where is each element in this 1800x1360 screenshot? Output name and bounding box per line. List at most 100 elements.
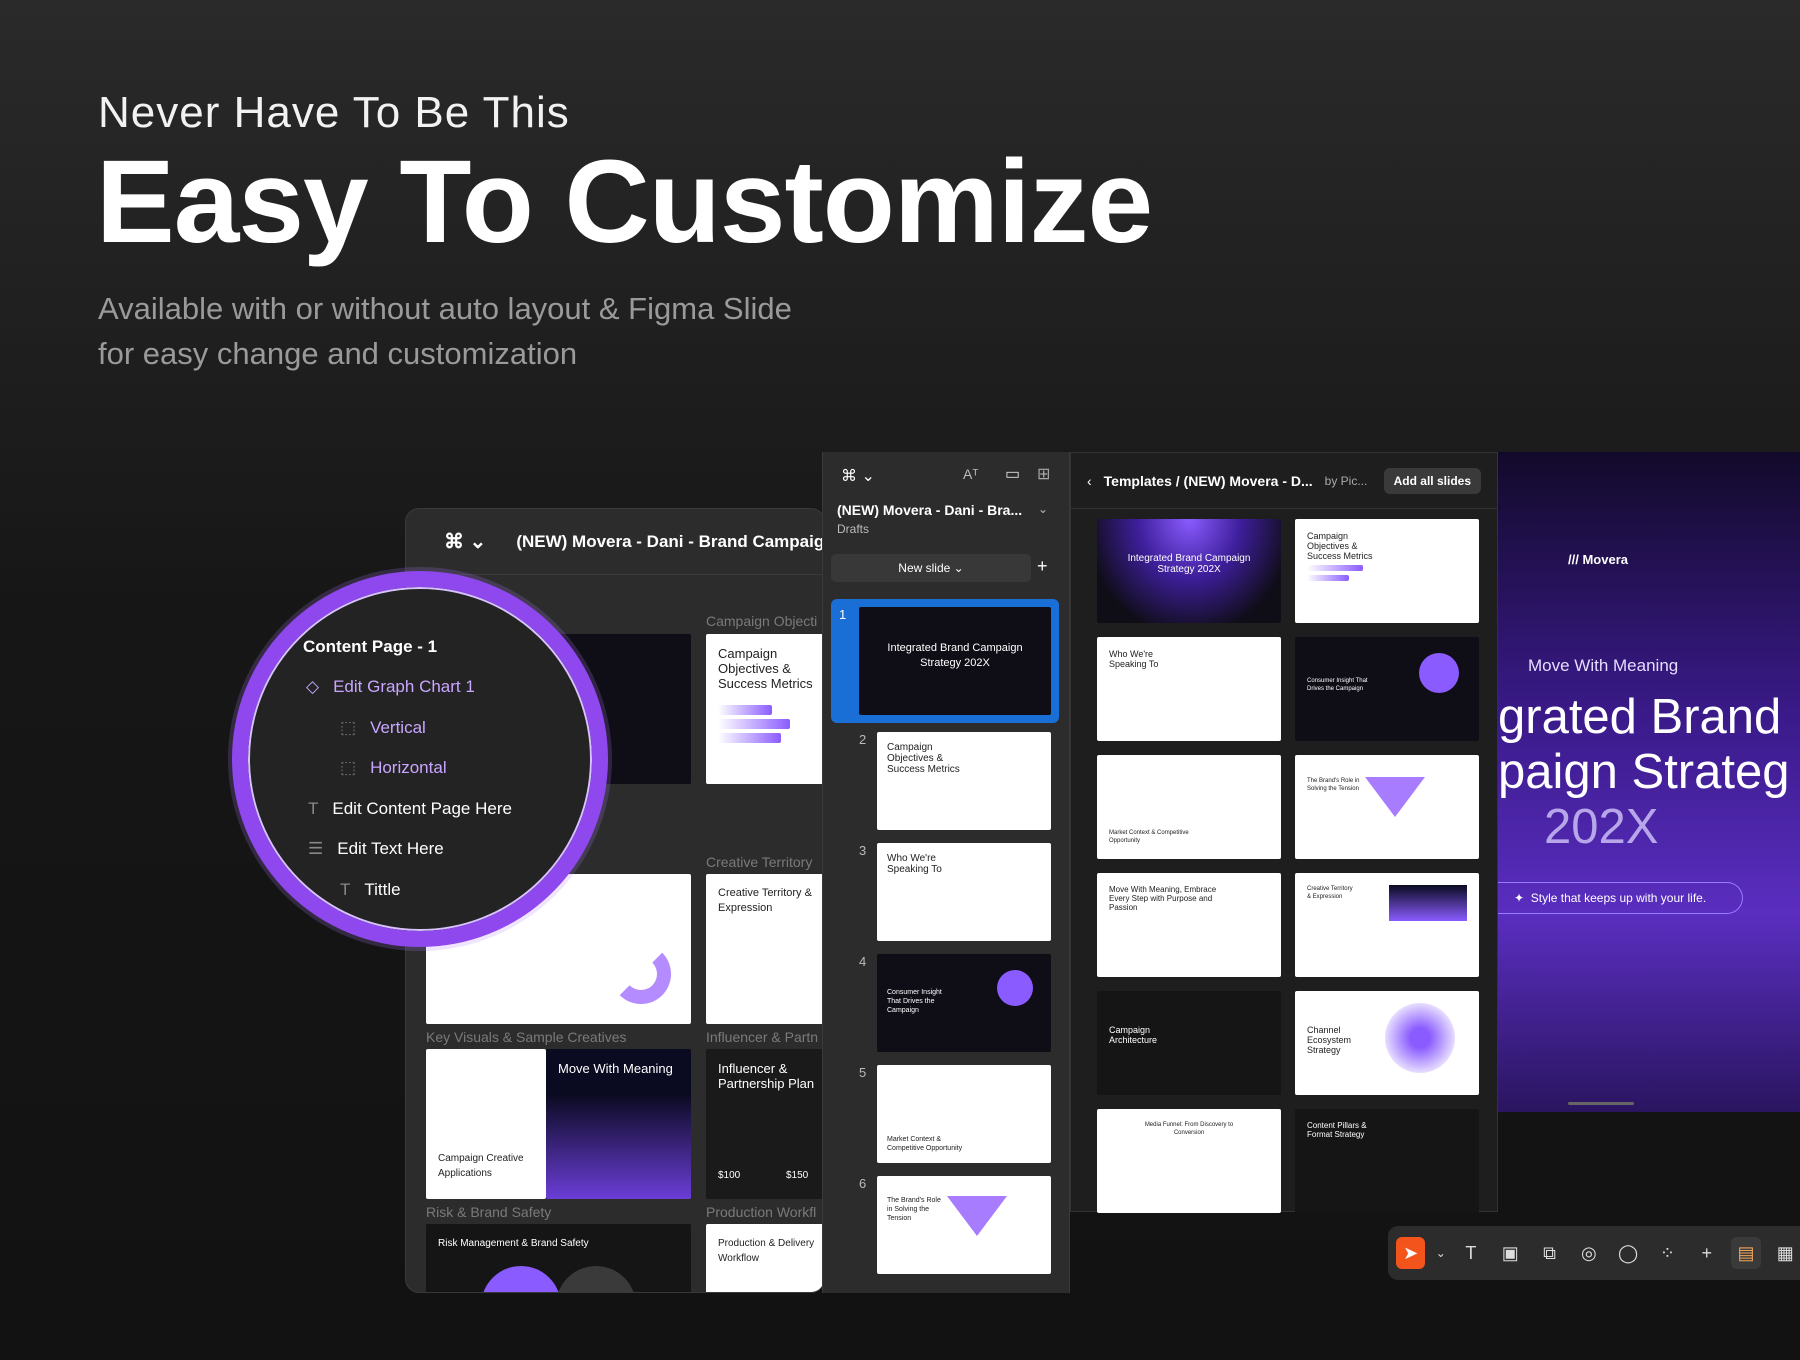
template-title: Integrated Brand Campaign Strategy 202X [1127,553,1251,575]
template-card[interactable]: Move With Meaning, Embrace Every Step wi… [1097,873,1281,977]
slide-title: The Brand's Role in Solving the Tension [887,1197,941,1222]
text-tool-icon[interactable]: T [1456,1237,1485,1269]
file-name[interactable]: (NEW) Movera - Dani - Bra... [837,502,1022,518]
presentation-icon[interactable]: ▤ [1731,1237,1761,1269]
template-card[interactable]: Consumer Insight That Drives the Campaig… [1295,637,1479,741]
template-card[interactable]: Campaign Architecture [1097,991,1281,1095]
template-title: The Brand's Role in Solving the Tension [1307,778,1360,792]
template-card[interactable]: Content Pillars & Format Strategy [1295,1109,1479,1213]
move-tool-icon[interactable]: ➤ [1396,1237,1426,1269]
sparkle-icon: ✦ [1514,891,1525,905]
figma-menu-icon[interactable]: ⌘ ⌄ [841,466,875,486]
layer-label: Edit Content Page Here [332,799,512,818]
slide-thumbnail-6[interactable]: The Brand's Role in Solving the Tension [877,1176,1051,1274]
layer-text-here[interactable]: ☰ Edit Text Here [308,839,444,859]
layer-label: Edit Text Here [337,839,444,858]
drafts-label: Drafts [837,522,870,536]
template-title: Campaign Architecture [1109,1025,1158,1045]
template-title: Media Funnel: From Discovery to Conversi… [1144,1122,1234,1136]
comment-tool-icon[interactable]: ◯ [1613,1237,1642,1269]
template-title: Campaign Objectives & Success Metrics [1307,531,1373,561]
hero-desc-line-2: for easy change and customization [98,336,578,371]
image-tool-icon[interactable]: ▣ [1496,1237,1525,1269]
circle-shape [481,1266,561,1292]
slide-number: 3 [859,843,867,858]
slide-number: 1 [839,607,847,622]
grid-view-icon[interactable]: ⊞ [1037,464,1050,484]
template-card[interactable]: Channel Ecosystem Strategy [1295,991,1479,1095]
slide-thumbnail[interactable]: Campaign Objectives & Success Metrics [706,634,824,784]
slide-thumbnail-4[interactable]: Consumer Insight That Drives the Campaig… [877,954,1051,1052]
add-icon[interactable]: + [1037,556,1048,577]
bottom-toolbar: ➤ ⌄ T ▣ ⧉ ◎ ◯ ⁘ + ▤ ▦ [1388,1226,1800,1280]
hero-subtitle: Never Have To Be This [98,88,570,137]
template-card[interactable]: Integrated Brand Campaign Strategy 202X [1097,519,1281,623]
new-slide-label: New slide [898,561,951,575]
slide-number: 5 [859,1065,867,1080]
slide-thumbnail[interactable]: Campaign Creative Applications [426,1049,546,1199]
template-card[interactable]: Creative Territory & Expression [1295,873,1479,977]
templates-panel: ‹ Templates / (NEW) Movera - D... by Pic… [1070,452,1498,1213]
add-tool-icon[interactable]: + [1692,1237,1721,1269]
sticker-tool-icon[interactable]: ◎ [1574,1237,1603,1269]
layer-content-page[interactable]: Content Page - 1 [303,637,437,657]
layer-label: Edit Graph Chart 1 [333,677,475,696]
layer-label: Content Page - 1 [303,637,438,656]
layer-content-here[interactable]: T Edit Content Page Here [308,799,512,819]
brand-name: /// Movera [1568,552,1628,567]
aa-icon[interactable]: Aᵀ [963,466,978,482]
back-chevron-icon[interactable]: ‹ [1087,473,1092,489]
layer-vertical[interactable]: ⬚ Vertical [340,718,426,738]
hero-description: Available with or without auto layout & … [98,286,818,376]
new-slide-button[interactable]: New slide ⌄ [831,554,1031,582]
slide-title: Market Context & Competitive Opportunity [887,1136,963,1152]
slide-thumbnail-2[interactable]: Campaign Objectives & Success Metrics [877,732,1051,830]
preview-title-line-2: paign Strateg [1498,745,1790,799]
slide-number: 6 [859,1176,867,1191]
template-card[interactable]: Media Funnel: From Discovery to Conversi… [1097,1109,1281,1213]
text-icon: T [340,880,351,899]
widgets-tool-icon[interactable]: ⁘ [1653,1237,1682,1269]
template-title: Who We're Speaking To [1109,649,1159,669]
shape-tool-icon[interactable]: ⧉ [1535,1237,1564,1269]
slide-title: Campaign Creative Applications [438,1153,524,1179]
slide-thumbnail[interactable]: Production & Delivery Workflow [706,1224,824,1292]
chevron-down-icon[interactable]: ⌄ [1038,502,1048,516]
layer-title[interactable]: T Tittle [340,880,401,900]
slide-thumbnail-5[interactable]: Market Context & Competitive Opportunity [877,1065,1051,1163]
slide-thumbnail[interactable]: Creative Territory & Expression [706,874,824,1024]
circle-shape [997,970,1033,1006]
slide-thumbnail[interactable]: Influencer & Partnership Plan $100 $150 [706,1049,824,1199]
template-card[interactable]: Market Context & Competitive Opportunity [1097,755,1281,859]
layout-icon[interactable]: ▦ [1771,1237,1800,1269]
frame-icon: ⬚ [340,758,357,777]
back-window-file-title: (NEW) Movera - Dani - Brand Campaign S [516,531,825,551]
chevron-down-icon[interactable]: ⌄ [1435,1237,1446,1269]
slide-thumbnail[interactable]: Move With Meaning [546,1049,691,1199]
layer-label: Vertical [370,718,426,737]
template-title: Content Pillars & Format Strategy [1307,1121,1367,1139]
price-label: $100 [718,1170,741,1181]
preview-kicker: Move With Meaning [1528,656,1679,675]
preview-title-line-1: grated Brand [1498,690,1782,744]
template-card[interactable]: Campaign Objectives & Success Metrics [1295,519,1479,623]
slide-thumbnail[interactable]: Risk Management & Brand Safety [426,1224,691,1292]
figma-menu-icon[interactable]: ⌘ ⌄ [444,529,486,554]
slide-thumbnail-1[interactable]: Integrated Brand Campaign Strategy 202X [859,607,1051,715]
layer-label: Horizontal [370,758,447,777]
add-all-slides-button[interactable]: Add all slides [1383,467,1481,494]
template-card[interactable]: The Brand's Role in Solving the Tension [1295,755,1479,859]
slide-title: Campaign Objectives & Success Metrics [718,646,813,691]
slide-title: Consumer Insight That Drives the Campaig… [887,989,942,1014]
template-card[interactable]: Who We're Speaking To [1097,637,1281,741]
panel-toggle-icon[interactable]: ▭ [1005,464,1020,484]
circle-shape [556,1266,636,1292]
slide-title: Risk Management & Brand Safety [438,1238,589,1249]
image-block [1389,885,1467,921]
scroll-handle[interactable] [1568,1102,1634,1105]
slide-thumbnail-3[interactable]: Who We're Speaking To [877,843,1051,941]
layer-horizontal[interactable]: ⬚ Horizontal [340,758,447,778]
hero-desc-line-1: Available with or without auto layout & … [98,291,792,326]
templates-path[interactable]: Templates / (NEW) Movera - D... [1104,473,1313,489]
layer-graph-chart[interactable]: ◇ Edit Graph Chart 1 [306,677,475,697]
